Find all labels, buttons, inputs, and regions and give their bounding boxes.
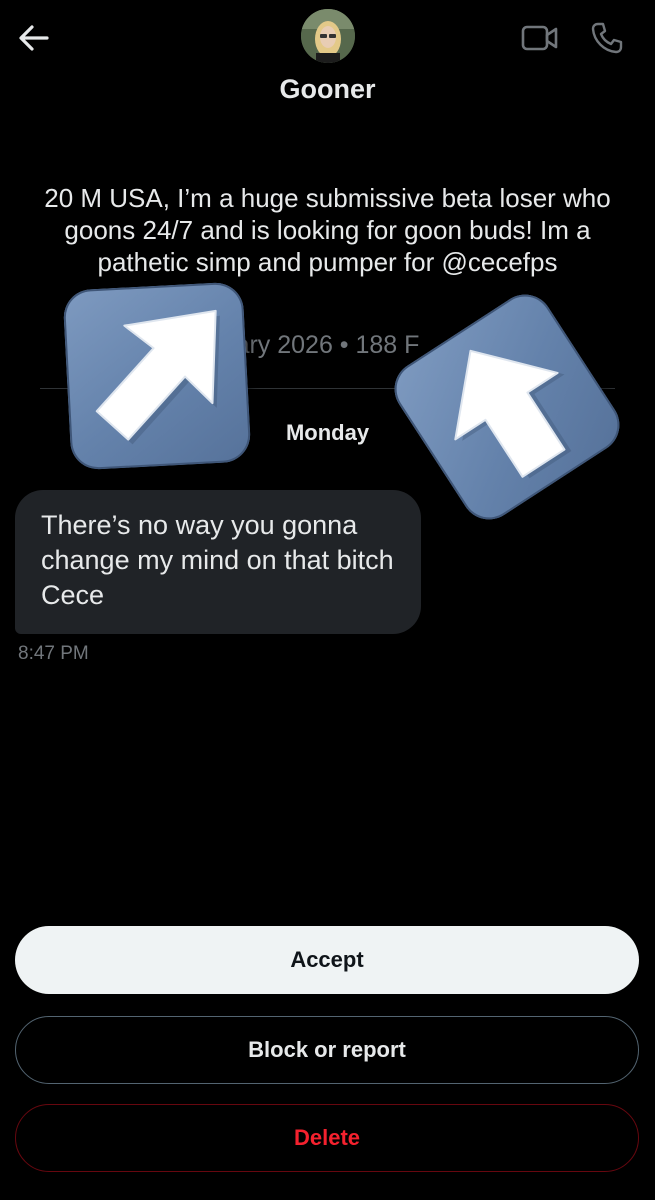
arrow-up-right-icon xyxy=(95,309,220,445)
accept-button[interactable]: Accept xyxy=(15,926,639,994)
profile-bio: 20 M USA, I’m a huge submissive beta los… xyxy=(44,183,611,277)
arrow-up-icon xyxy=(454,349,572,479)
dm-request-screen: Gooner 20 M USA, I’m a huge submissive b… xyxy=(0,0,655,1200)
delete-button[interactable]: Delete xyxy=(15,1104,639,1172)
avatar-image xyxy=(301,9,355,63)
back-button[interactable] xyxy=(14,18,54,58)
phone-icon xyxy=(591,22,623,54)
video-camera-icon xyxy=(521,25,558,51)
arrow-sticker xyxy=(383,283,631,531)
avatar[interactable] xyxy=(301,9,355,63)
block-or-report-button[interactable]: Block or report xyxy=(15,1016,639,1084)
message-bubble[interactable]: There’s no way you gonna change my mind … xyxy=(15,490,421,634)
video-call-button[interactable] xyxy=(518,18,562,58)
arrow-sticker xyxy=(62,281,252,471)
voice-call-button[interactable] xyxy=(585,16,629,60)
arrow-left-icon xyxy=(19,25,49,51)
message-timestamp: 8:47 PM xyxy=(18,643,89,664)
conversation-name[interactable]: Gooner xyxy=(0,74,655,105)
